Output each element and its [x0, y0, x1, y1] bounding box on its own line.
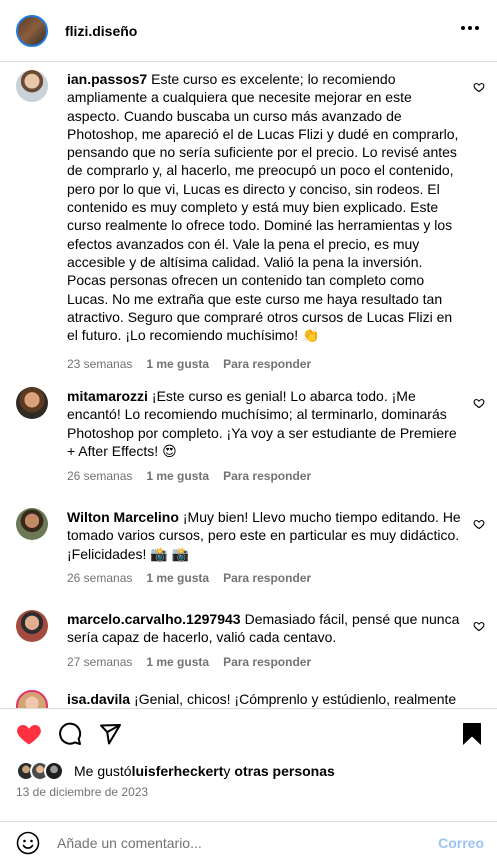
comment-meta: 23 semanas 1 me gusta Para responder [67, 357, 311, 371]
comment-time[interactable]: 26 semanas [67, 469, 132, 483]
likes-prefix: Me gustó [74, 763, 132, 779]
post-date[interactable]: 13 de diciembre de 2023 [16, 785, 148, 799]
liker-username[interactable]: luisferheckert [132, 763, 224, 779]
share-icon[interactable] [98, 722, 122, 746]
commenter-username[interactable]: marcelo.carvalho.1297943 [67, 611, 241, 627]
reply-button[interactable]: Para responder [223, 469, 311, 483]
comment-likes[interactable]: 1 me gusta [146, 357, 209, 371]
commenter-avatar[interactable] [16, 508, 48, 540]
post-header: flizi.diseño [0, 0, 497, 62]
commenter-username[interactable]: ian.passos7 [67, 71, 147, 87]
comment-icon[interactable] [58, 722, 82, 746]
post-footer: Me gustó luisferheckert y otras personas… [0, 708, 497, 863]
comments-list[interactable]: ian.passos7 Este curso es excelente; lo r… [0, 62, 497, 708]
comment-body: mitamarozzi ¡Este curso es genial! Lo aba… [67, 387, 462, 460]
comment-body: marcelo.carvalho.1297943 Demasiado fácil,… [67, 610, 462, 647]
heart-filled-icon[interactable] [16, 722, 42, 746]
commenter-avatar[interactable] [16, 610, 48, 642]
comment-meta: 26 semanas 1 me gusta Para responder [67, 469, 311, 483]
author-avatar[interactable] [16, 14, 48, 47]
comment-likes[interactable]: 1 me gusta [146, 571, 209, 585]
liker-avatars[interactable] [16, 761, 68, 781]
comment-like-icon[interactable] [473, 518, 485, 530]
comment-text: ¡Genial, chicos! ¡Cómprenlo y estúdienlo… [134, 691, 457, 707]
bookmark-icon[interactable] [462, 722, 482, 746]
emoji-icon[interactable] [16, 831, 40, 855]
comment-time[interactable]: 27 semanas [67, 655, 132, 669]
comment-likes[interactable]: 1 me gusta [146, 469, 209, 483]
comment-meta: 26 semanas 1 me gusta Para responder [67, 571, 311, 585]
comment-composer: Correo [0, 821, 497, 863]
comment-like-icon[interactable] [473, 397, 485, 409]
likes-summary: Me gustó luisferheckert y otras personas [16, 761, 335, 781]
post-comment-button[interactable]: Correo [438, 835, 484, 851]
commenter-avatar[interactable] [16, 70, 48, 102]
commenter-avatar[interactable] [16, 387, 48, 419]
reply-button[interactable]: Para responder [223, 571, 311, 585]
comment-like-icon[interactable] [473, 81, 485, 93]
comment-body: ian.passos7 Este curso es excelente; lo r… [67, 70, 462, 344]
reply-button[interactable]: Para responder [223, 655, 311, 669]
more-options-icon[interactable] [461, 22, 479, 34]
comment-time[interactable]: 23 semanas [67, 357, 132, 371]
liker-avatar [44, 761, 64, 781]
comment-body: Wilton Marcelino ¡Muy bien! Llevo mucho t… [67, 508, 462, 563]
likes-others-link[interactable]: otras personas [234, 763, 334, 779]
author-username[interactable]: flizi.diseño [65, 23, 137, 39]
comment-text: Este curso es excelente; lo recomiendo a… [67, 71, 459, 344]
commenter-username[interactable]: isa.davila [67, 691, 130, 707]
comment-body: isa.davila ¡Genial, chicos! ¡Cómprenlo y … [67, 690, 487, 708]
commenter-username[interactable]: mitamarozzi [67, 388, 148, 404]
comment-input[interactable] [57, 831, 427, 855]
likes-connector: y [223, 763, 231, 779]
comment-time[interactable]: 26 semanas [67, 571, 132, 585]
comment-meta: 27 semanas 1 me gusta Para responder [67, 655, 311, 669]
commenter-avatar[interactable] [16, 690, 48, 708]
reply-button[interactable]: Para responder [223, 357, 311, 371]
comment-likes[interactable]: 1 me gusta [146, 655, 209, 669]
comment-like-icon[interactable] [473, 620, 485, 632]
commenter-username[interactable]: Wilton Marcelino [67, 509, 179, 525]
